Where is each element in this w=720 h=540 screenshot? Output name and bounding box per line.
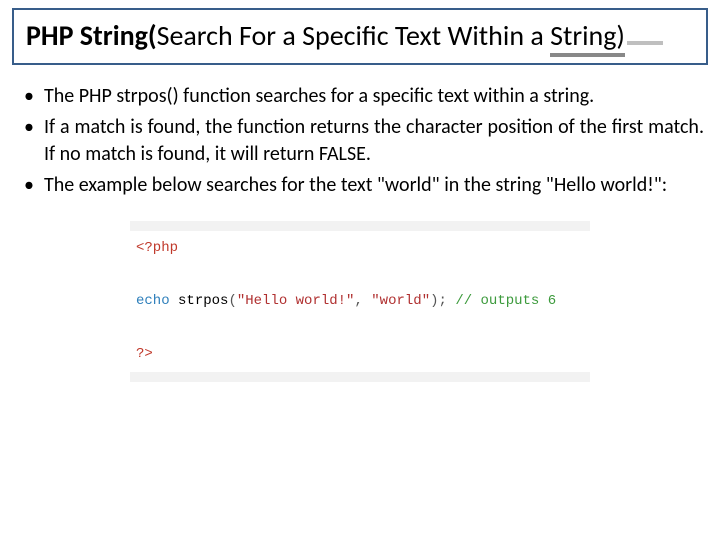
php-open-tag: <?php [136, 240, 178, 256]
keyword-echo: echo [136, 293, 170, 309]
bullet-list: The PHP strpos() function searches for a… [12, 83, 708, 199]
paren-open: ( [228, 293, 236, 309]
code-top-stripe [130, 221, 590, 231]
title-bold-prefix: PHP String( [26, 18, 157, 53]
list-item: If a match is found, the function return… [16, 114, 704, 168]
function-name: strpos [178, 293, 228, 309]
string-arg2: "world" [371, 293, 430, 309]
title-ghost-underline [627, 41, 663, 45]
slide-title: PHP String(Search For a Specific Text Wi… [26, 18, 694, 53]
string-arg1: "Hello world!" [237, 293, 355, 309]
code-example: <?php echo strpos("Hello world!", "world… [130, 221, 590, 382]
list-item: The example below searches for the text … [16, 172, 704, 199]
bullet-text: The example below searches for the text … [44, 173, 667, 197]
comment: // outputs 6 [455, 293, 556, 309]
php-close-tag: ?> [136, 346, 153, 362]
semicolon: ; [439, 293, 447, 309]
title-underlined-tail: String) [550, 18, 625, 57]
bullet-text: If a match is found, the function return… [44, 115, 704, 166]
paren-close: ) [430, 293, 438, 309]
title-box: PHP String(Search For a Specific Text Wi… [12, 8, 708, 65]
slide: PHP String(Search For a Specific Text Wi… [0, 0, 720, 540]
code-bottom-stripe [130, 372, 590, 382]
code-block: <?php echo strpos("Hello world!", "world… [130, 231, 590, 372]
comma: , [354, 293, 371, 309]
title-mid: Search For a Specific Text Within a [157, 18, 551, 53]
list-item: The PHP strpos() function searches for a… [16, 83, 704, 110]
bullet-text: The PHP strpos() function searches for a… [44, 84, 594, 108]
